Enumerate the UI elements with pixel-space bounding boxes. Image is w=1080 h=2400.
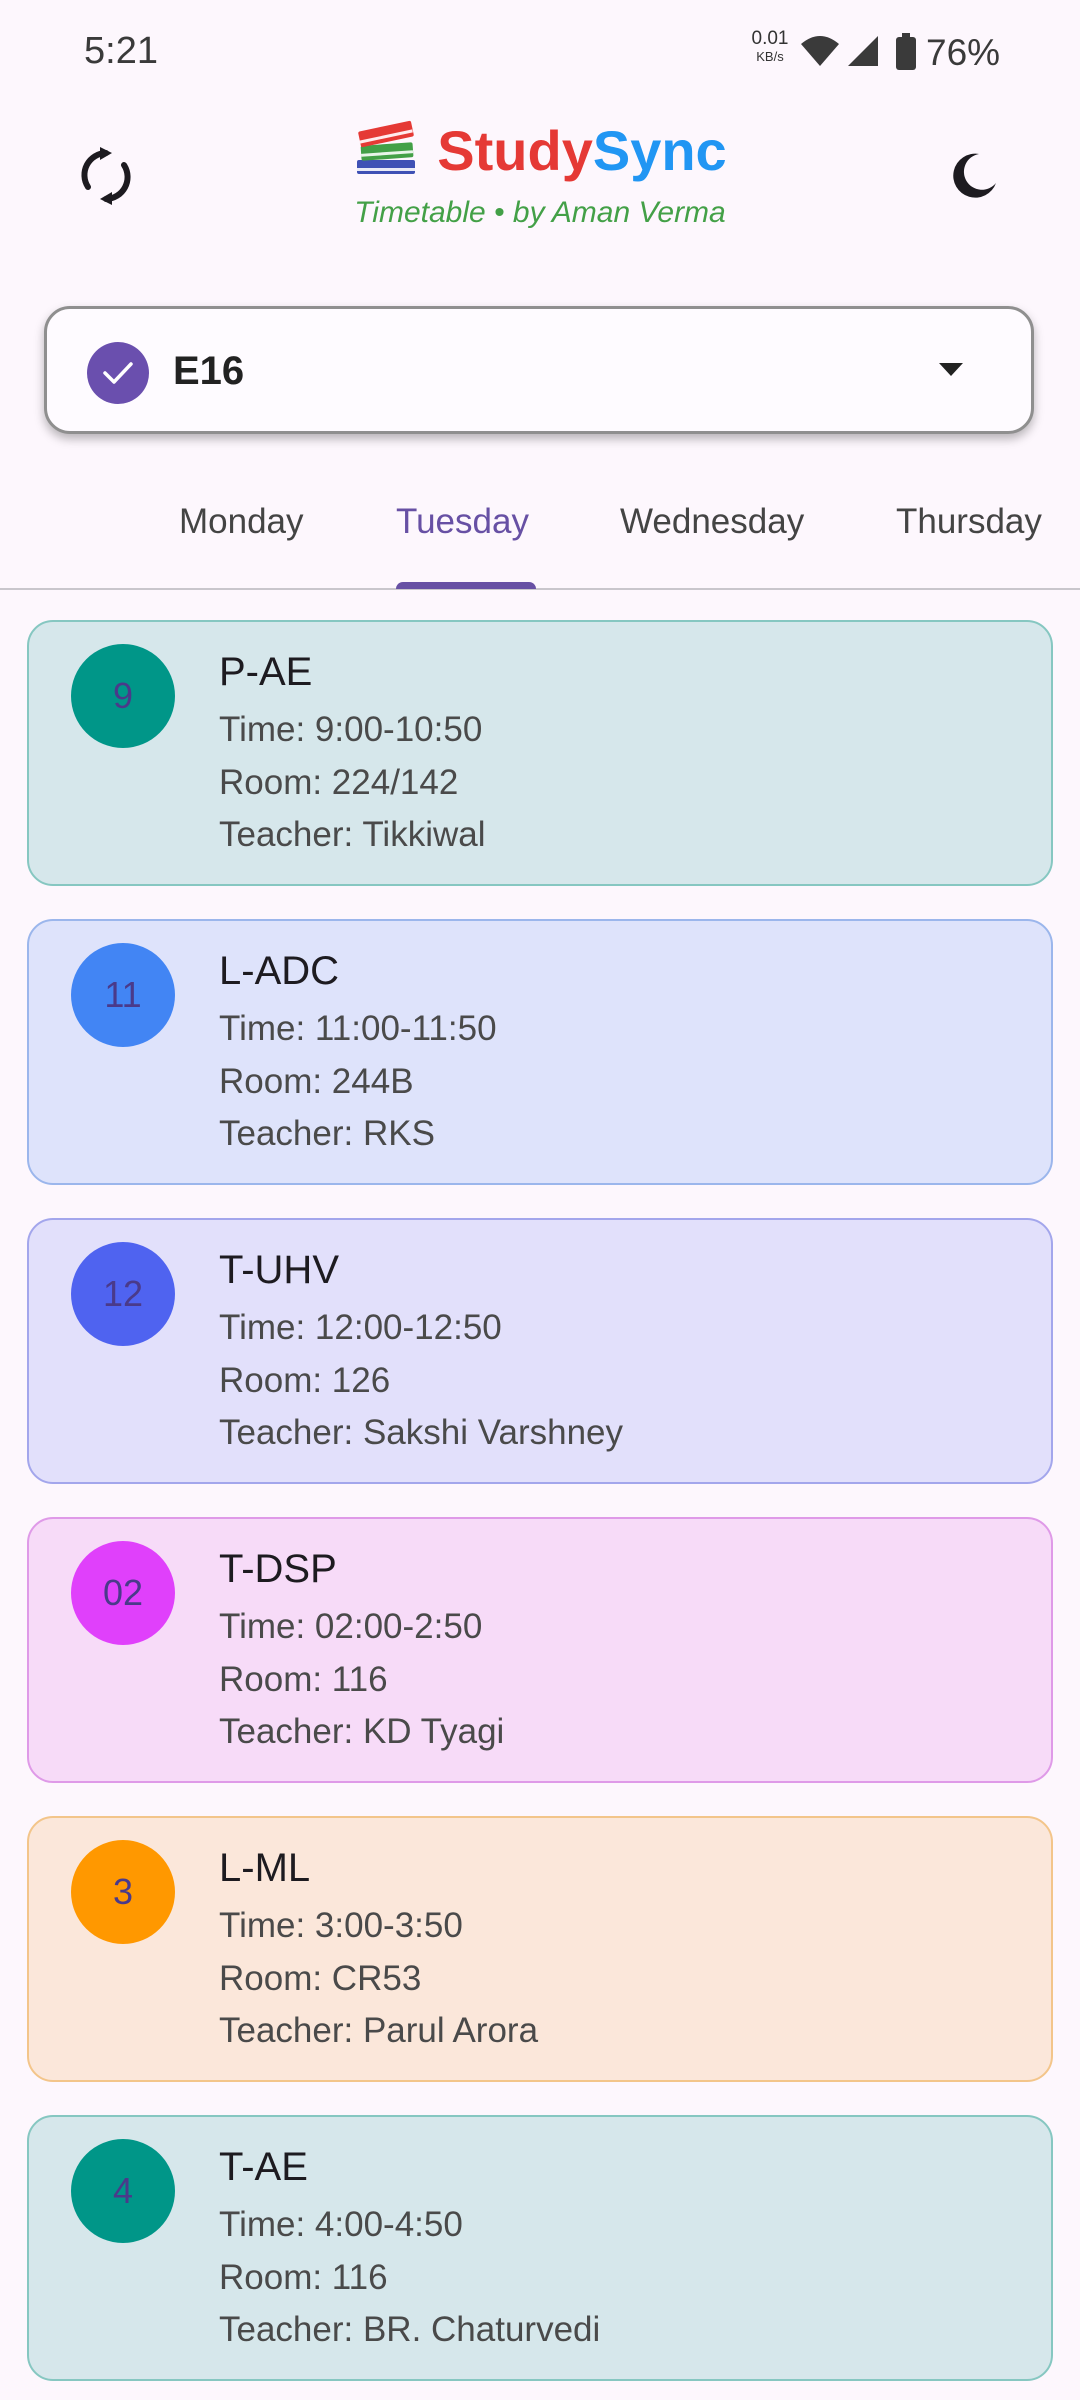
class-card[interactable]: 11 L-ADC Time: 11:00-11:50 Room: 244B Te… [27, 919, 1053, 1185]
tab-monday[interactable]: Monday [179, 502, 304, 542]
class-time: Time: 3:00-3:50 [219, 1906, 463, 1945]
slot-badge: 02 [71, 1541, 175, 1645]
status-bar: 5:21 0.01 KB/s 76% [0, 0, 1080, 96]
wifi-icon [800, 34, 840, 73]
subject-name: T-UHV [219, 1248, 339, 1292]
class-card[interactable]: 4 T-AE Time: 4:00-4:50 Room: 116 Teacher… [27, 2115, 1053, 2381]
class-teacher: Teacher: Tikkiwal [219, 815, 486, 854]
net-speed-unit: KB/s [756, 49, 784, 64]
moon-icon [949, 151, 999, 206]
status-time: 5:21 [84, 30, 158, 72]
class-room: Room: 116 [219, 1660, 388, 1699]
battery-icon [895, 33, 917, 76]
dark-mode-toggle[interactable] [940, 144, 1008, 212]
class-room: Room: 116 [219, 2258, 388, 2297]
class-time: Time: 12:00-12:50 [219, 1308, 502, 1347]
subject-name: L-ML [219, 1846, 311, 1890]
class-card[interactable]: 12 T-UHV Time: 12:00-12:50 Room: 126 Tea… [27, 1218, 1053, 1484]
tab-tuesday[interactable]: Tuesday [396, 502, 529, 542]
slot-badge: 11 [71, 943, 175, 1047]
group-value: E16 [173, 349, 245, 393]
slot-badge: 4 [71, 2139, 175, 2243]
subject-name: T-DSP [219, 1547, 337, 1591]
class-room: Room: CR53 [219, 1959, 422, 1998]
subject-name: L-ADC [219, 949, 340, 993]
signal-icon [846, 34, 880, 73]
class-teacher: Teacher: Sakshi Varshney [219, 1413, 624, 1452]
subject-name: T-AE [219, 2145, 308, 2189]
class-card[interactable]: 02 T-DSP Time: 02:00-2:50 Room: 116 Teac… [27, 1517, 1053, 1783]
network-speed: 0.01 KB/s [748, 28, 792, 66]
slot-badge: 3 [71, 1840, 175, 1944]
class-card[interactable]: 3 L-ML Time: 3:00-3:50 Room: CR53 Teache… [27, 1816, 1053, 2082]
class-time: Time: 02:00-2:50 [219, 1607, 483, 1646]
day-tabs: Monday Tuesday Wednesday Thursday [0, 470, 1080, 590]
class-teacher: Teacher: RKS [219, 1114, 435, 1153]
group-dropdown[interactable]: E16 [44, 306, 1034, 434]
class-teacher: Teacher: BR. Chaturvedi [219, 2310, 601, 2349]
books-icon [353, 118, 419, 183]
class-teacher: Teacher: KD Tyagi [219, 1712, 505, 1751]
brand-study: Study [437, 119, 593, 182]
app-subtitle: Timetable • by Aman Verma [354, 196, 726, 229]
slot-badge: 9 [71, 644, 175, 748]
class-room: Room: 244B [219, 1062, 414, 1101]
slot-badge: 12 [71, 1242, 175, 1346]
class-room: Room: 224/142 [219, 763, 459, 802]
tab-thursday[interactable]: Thursday [896, 502, 1042, 542]
app-brand: Study Sync [0, 118, 1080, 183]
class-room: Room: 126 [219, 1361, 391, 1400]
tab-wednesday[interactable]: Wednesday [620, 502, 804, 542]
net-speed-value: 0.01 [751, 28, 789, 49]
class-time: Time: 9:00-10:50 [219, 710, 483, 749]
class-time: Time: 11:00-11:50 [219, 1009, 497, 1048]
class-teacher: Teacher: Parul Arora [219, 2011, 539, 2050]
brand-sync: Sync [592, 119, 727, 182]
battery-percentage: 76% [926, 32, 1001, 73]
check-icon [87, 342, 149, 404]
chevron-down-icon [939, 363, 963, 376]
subject-name: P-AE [219, 650, 313, 694]
class-card[interactable]: 9 P-AE Time: 9:00-10:50 Room: 224/142 Te… [27, 620, 1053, 886]
class-time: Time: 4:00-4:50 [219, 2205, 463, 2244]
active-tab-indicator [396, 582, 536, 589]
